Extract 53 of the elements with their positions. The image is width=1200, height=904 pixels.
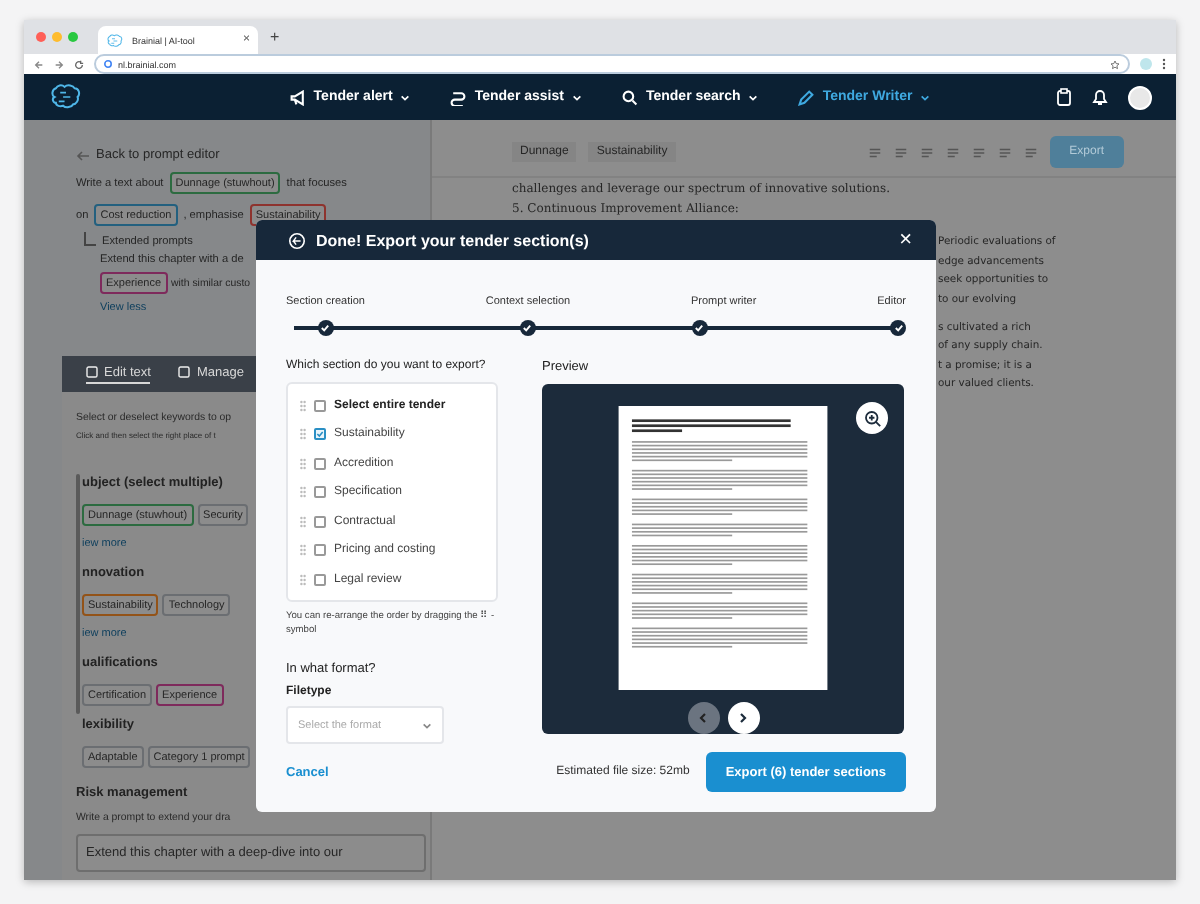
brain-logo-icon (106, 33, 124, 47)
drag-handle-icon[interactable] (300, 544, 306, 557)
dialog-title: Done! Export your tender section(s) (316, 231, 591, 250)
caret-icon (920, 93, 931, 101)
close-window-icon[interactable] (36, 32, 46, 42)
minimize-window-icon[interactable] (52, 32, 62, 42)
checkbox[interactable] (314, 486, 326, 499)
check-icon (694, 324, 704, 333)
back-arrow-icon[interactable] (76, 149, 90, 161)
checkbox[interactable] (314, 399, 326, 412)
check-icon (522, 324, 533, 333)
profile-icon[interactable] (1140, 58, 1152, 70)
caret-icon (571, 93, 582, 101)
caret-icon (422, 721, 432, 730)
list-icon[interactable] (867, 145, 882, 159)
drag-handle-icon[interactable] (300, 573, 306, 586)
brain-logo-icon[interactable] (48, 84, 84, 110)
zoom-in-icon (863, 409, 881, 428)
chevron-icon (698, 712, 708, 725)
check-icon (320, 324, 331, 333)
reload-icon[interactable] (74, 59, 84, 69)
zoom-in-button[interactable] (856, 402, 888, 435)
route-icon (450, 89, 467, 105)
check-icon (893, 324, 903, 333)
checkbox[interactable] (314, 515, 326, 528)
pencil-icon (798, 89, 815, 105)
next-page-button[interactable] (727, 702, 759, 735)
site-icon (104, 60, 112, 68)
circle-arrow-icon (288, 231, 306, 250)
checkbox[interactable] (314, 428, 326, 441)
close-button[interactable]: × (899, 229, 912, 252)
checkbox[interactable] (314, 544, 326, 557)
caret-icon (748, 93, 759, 101)
maximize-window-icon[interactable] (68, 32, 78, 42)
caret-icon (400, 93, 411, 101)
checkbox[interactable] (314, 573, 326, 586)
back-arrow-icon[interactable] (34, 59, 44, 69)
chevron-icon (738, 712, 748, 725)
megaphone-icon (289, 89, 306, 105)
drag-handle-icon[interactable] (300, 428, 306, 441)
drag-handle-icon[interactable] (300, 457, 306, 470)
star-icon[interactable] (1110, 59, 1120, 69)
check-icon (316, 430, 324, 439)
forward-arrow-icon[interactable] (54, 59, 64, 69)
drag-handle-icon[interactable] (300, 399, 306, 412)
drag-handle-icon[interactable] (300, 515, 306, 528)
avatar-icon[interactable] (1128, 85, 1152, 109)
clipboard-icon[interactable] (1056, 88, 1072, 106)
checkbox[interactable] (314, 457, 326, 470)
drag-handle-icon[interactable] (300, 486, 306, 499)
new-tab-button[interactable]: + (270, 28, 280, 46)
scrollbar[interactable] (76, 474, 80, 714)
bell-icon[interactable] (1092, 88, 1108, 106)
